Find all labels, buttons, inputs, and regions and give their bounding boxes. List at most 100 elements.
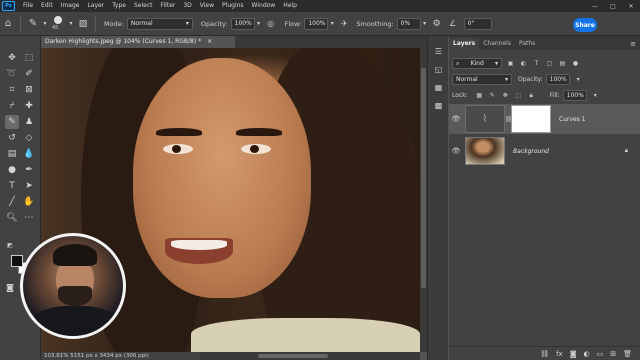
layer-mask-thumbnail[interactable]	[511, 105, 551, 133]
blur-tool-icon[interactable]: 💧	[22, 147, 36, 161]
quick-selection-tool-icon[interactable]: ✐	[22, 67, 36, 81]
eraser-tool-icon[interactable]: ◇	[22, 131, 36, 145]
frame-tool-icon[interactable]: ⊠	[22, 83, 36, 97]
photoshop-logo-icon[interactable]: Ps	[2, 1, 15, 11]
pressure-opacity-icon[interactable]: ◎	[263, 16, 279, 32]
airbrush-icon[interactable]: ✈	[336, 16, 352, 32]
tab-paths[interactable]: Paths	[515, 38, 539, 50]
default-colors-icon[interactable]: ◩	[3, 238, 17, 252]
maximize-icon[interactable]: □	[604, 3, 622, 10]
zoom-tool-icon[interactable]: 🔍︎	[5, 211, 19, 225]
link-layers-icon[interactable]: ⛓︎	[540, 350, 549, 358]
menu-filter[interactable]: Filter	[157, 0, 180, 12]
move-tool-icon[interactable]: ✥	[5, 51, 19, 65]
layer-row-background[interactable]: 👁︎ Background 🔒︎	[449, 136, 640, 166]
more-tools-icon[interactable]: ⋯	[22, 211, 36, 225]
menu-plugins[interactable]: Plugins	[218, 0, 248, 12]
pixel-filter-icon[interactable]: ▣	[506, 59, 515, 68]
chevron-down-icon[interactable]: ▾	[421, 16, 429, 32]
add-mask-icon[interactable]: ◙	[570, 350, 577, 358]
smoothing-field[interactable]: 0%	[396, 17, 421, 30]
type-filter-icon[interactable]: T	[532, 59, 541, 68]
mode-select[interactable]: Normal ▾	[126, 17, 193, 30]
libraries-icon[interactable]: ▦	[433, 82, 444, 93]
menu-3d[interactable]: 3D	[179, 0, 195, 12]
gear-icon[interactable]: ⚙	[429, 16, 445, 32]
menu-view[interactable]: View	[196, 0, 218, 12]
share-button[interactable]: Share	[573, 18, 597, 32]
vertical-scrollbar[interactable]	[420, 48, 427, 352]
chevron-down-icon[interactable]: ▾	[328, 16, 336, 32]
fill-field[interactable]: 100%	[562, 90, 587, 101]
healing-brush-tool-icon[interactable]: ✚	[22, 99, 36, 113]
swatches-icon[interactable]: ▩	[433, 100, 444, 111]
scroll-thumb[interactable]	[258, 354, 328, 358]
lock-transparent-icon[interactable]: ▦	[475, 91, 484, 100]
scroll-thumb[interactable]	[421, 68, 426, 288]
flow-field[interactable]: 100%	[304, 17, 329, 30]
clone-stamp-tool-icon[interactable]: ♟	[22, 115, 36, 129]
menu-image[interactable]: Image	[57, 0, 84, 12]
crop-tool-icon[interactable]: ⌗	[5, 83, 19, 97]
eye-icon[interactable]: 👁︎	[449, 115, 463, 123]
minimize-icon[interactable]: —	[586, 3, 604, 10]
lock-position-icon[interactable]: ✥	[501, 91, 510, 100]
close-icon[interactable]: ×	[207, 38, 212, 45]
lock-all-icon[interactable]: 🔒︎	[527, 91, 536, 100]
close-icon[interactable]: ✕	[622, 3, 640, 10]
layer-style-icon[interactable]: fx	[556, 350, 563, 358]
layer-name[interactable]: Curves 1	[559, 116, 586, 123]
shape-filter-icon[interactable]: ▢	[545, 59, 554, 68]
type-tool-icon[interactable]: T	[5, 179, 19, 193]
chevron-down-icon[interactable]: ▾	[41, 16, 49, 32]
line-tool-icon[interactable]: ╱	[5, 195, 19, 209]
menu-window[interactable]: Window	[248, 0, 280, 12]
menu-file[interactable]: File	[19, 0, 37, 12]
horizontal-scrollbar[interactable]	[200, 352, 420, 360]
layer-filter-select[interactable]: ⌕ Kind ▾	[452, 58, 502, 69]
quick-mask-icon[interactable]: ◙	[3, 280, 17, 294]
blend-mode-select[interactable]: Normal ▾	[452, 74, 512, 85]
angle-field[interactable]: 0°	[463, 17, 492, 30]
eyedropper-tool-icon[interactable]: ⌿	[5, 99, 19, 113]
history-brush-tool-icon[interactable]: ↺	[5, 131, 19, 145]
chevron-down-icon[interactable]: ▾	[574, 75, 583, 84]
foreground-color-swatch[interactable]	[11, 255, 23, 267]
menu-layer[interactable]: Layer	[83, 0, 108, 12]
brush-tool-icon[interactable]: ✎	[25, 16, 41, 32]
dodge-tool-icon[interactable]: ●	[5, 163, 19, 177]
panel-menu-icon[interactable]: ≡	[630, 38, 636, 50]
adjustment-layer-icon[interactable]: ◐	[584, 350, 590, 358]
hand-tool-icon[interactable]: ✋	[22, 195, 36, 209]
brush-preset-picker[interactable]: 45	[49, 15, 67, 33]
eye-icon[interactable]: 👁︎	[449, 147, 463, 155]
tab-layers[interactable]: Layers	[449, 38, 480, 50]
layer-opacity-field[interactable]: 100%	[545, 74, 570, 85]
chevron-down-icon[interactable]: ▾	[255, 16, 263, 32]
path-selection-tool-icon[interactable]: ➤	[22, 179, 36, 193]
chevron-down-icon[interactable]: ▾	[591, 91, 600, 100]
group-icon[interactable]: ▭	[597, 350, 604, 358]
new-layer-icon[interactable]: ⊞	[610, 350, 616, 358]
trash-icon[interactable]: 🗑︎	[623, 350, 632, 358]
adjustment-filter-icon[interactable]: ◐	[519, 59, 528, 68]
lock-pixels-icon[interactable]: ✎	[488, 91, 497, 100]
smart-object-filter-icon[interactable]: ▤	[558, 59, 567, 68]
adjustments-icon[interactable]: ☰	[433, 46, 444, 57]
lock-artboard-icon[interactable]: ⬚	[514, 91, 523, 100]
brush-tool-icon[interactable]: ✎	[5, 115, 19, 129]
pen-tool-icon[interactable]: ✒	[22, 163, 36, 177]
layer-row-curves[interactable]: 👁︎ ⌇ ⛓︎ Curves 1	[449, 104, 640, 134]
layer-name[interactable]: Background	[513, 148, 549, 155]
tab-channels[interactable]: Channels	[479, 38, 515, 50]
menu-help[interactable]: Help	[279, 0, 301, 12]
opacity-field[interactable]: 100%	[230, 17, 255, 30]
chevron-down-icon[interactable]: ▾	[67, 16, 75, 32]
home-icon[interactable]: ⌂	[0, 16, 16, 32]
document-tab[interactable]: Darken Highlights.jpeg @ 104% (Curves 1,…	[41, 36, 235, 48]
filter-toggle-icon[interactable]: ●	[571, 59, 580, 68]
menu-type[interactable]: Type	[108, 0, 130, 12]
properties-icon[interactable]: ◱	[433, 64, 444, 75]
menu-edit[interactable]: Edit	[37, 0, 57, 12]
marquee-tool-icon[interactable]: ⬚	[22, 51, 36, 65]
